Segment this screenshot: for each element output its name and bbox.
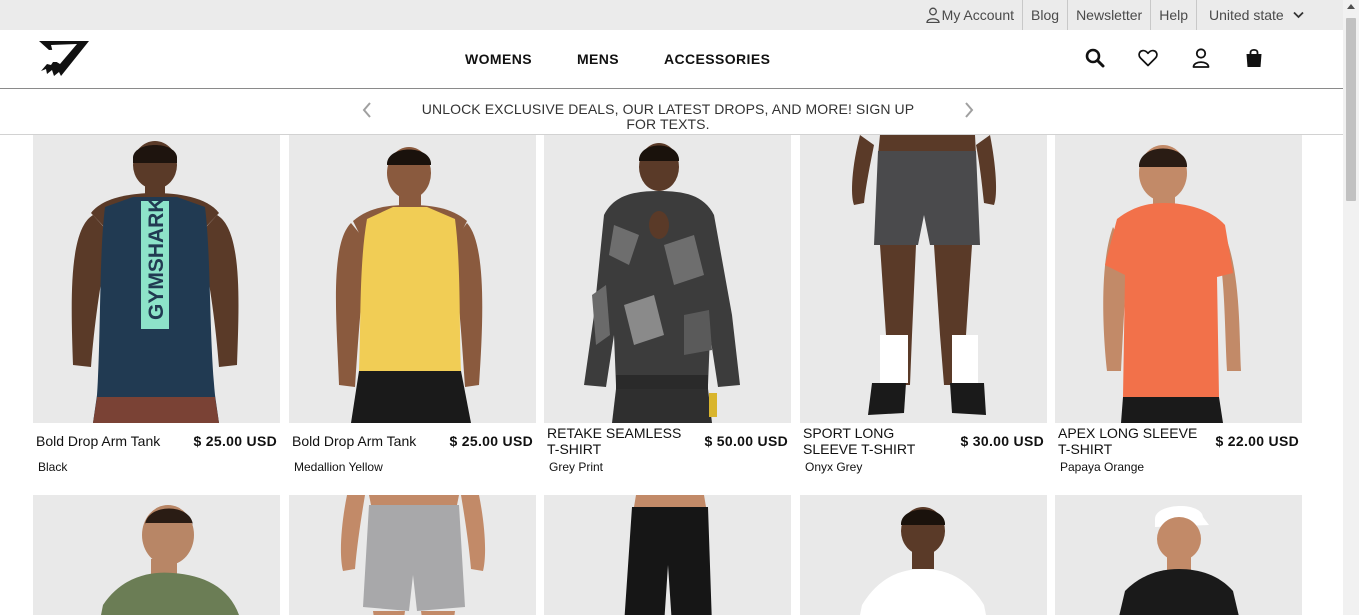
chevron-down-icon [1293,11,1304,19]
tank-print-text: GYMSHARK [145,197,168,320]
chevron-right-icon[interactable] [962,101,976,119]
product-photo-shorts-grey [800,135,1047,423]
product-price: $ 25.00 USD [449,433,533,449]
product-card[interactable]: SPORT LONG SLEEVE T-SHIRT $ 30.00 USD On… [800,135,1047,495]
product-color: Grey Print [549,460,604,474]
my-account-link[interactable]: My Account [918,0,1022,30]
product-photo-tee-olive [33,495,280,615]
newsletter-label: Newsletter [1076,7,1143,23]
blog-label: Blog [1031,7,1060,23]
product-color: Black [38,460,68,474]
my-account-label: My Account [941,7,1015,23]
product-card[interactable]: Bold Drop Arm Tank $ 25.00 USD Medallion… [289,135,536,495]
wishlist-button[interactable] [1135,45,1161,71]
product-image[interactable] [544,495,791,615]
page-scrollbar[interactable] [1343,0,1359,615]
product-info: APEX LONG SLEEVE T-SHIRT $ 22.00 USD Pap… [1055,423,1302,495]
nav-accessories[interactable]: ACCESSORIES [664,51,770,67]
product-photo-tank-navy: GYMSHARK [33,135,280,423]
gymshark-logo-icon [39,41,89,76]
main-nav: WOMENS MENS ACCESSORIES [465,30,770,88]
blog-link[interactable]: Blog [1022,0,1067,30]
product-photo-tank-yellow [289,135,536,423]
product-image[interactable] [289,495,536,615]
heart-icon [1138,49,1158,67]
header-icons [1082,45,1267,71]
product-color: Medallion Yellow [294,460,383,474]
country-label: United state [1209,7,1284,23]
bag-button[interactable] [1241,45,1267,71]
product-image[interactable] [289,135,536,423]
user-icon [926,7,940,23]
product-info: Bold Drop Arm Tank $ 25.00 USD Medallion… [289,423,536,495]
help-label: Help [1159,7,1188,23]
product-image[interactable] [800,135,1047,423]
product-photo-joggers-black [544,495,791,615]
product-image[interactable] [1055,135,1302,423]
product-name[interactable]: Bold Drop Arm Tank [292,433,442,449]
product-price: $ 25.00 USD [193,433,277,449]
promo-banner: UNLOCK EXCLUSIVE DEALS, OUR LATEST DROPS… [0,89,1343,135]
product-name[interactable]: Bold Drop Arm Tank [36,433,186,449]
account-button[interactable] [1188,45,1214,71]
user-icon [1192,48,1210,68]
bag-icon [1246,48,1262,67]
product-price: $ 30.00 USD [960,433,1044,449]
product-card[interactable]: APEX LONG SLEEVE T-SHIRT $ 22.00 USD Pap… [1055,135,1302,495]
product-card[interactable] [544,495,791,615]
product-photo-shorts-lightgrey [289,495,536,615]
product-info: SPORT LONG SLEEVE T-SHIRT $ 30.00 USD On… [800,423,1047,495]
product-image[interactable] [33,495,280,615]
product-image[interactable] [800,495,1047,615]
utility-links: My Account Blog Newsletter Help United s… [918,0,1314,30]
help-link[interactable]: Help [1150,0,1196,30]
product-photo-tee-orange [1055,135,1302,423]
scroll-up-arrow-icon[interactable] [1347,4,1355,9]
product-image[interactable] [1055,495,1302,615]
scroll-thumb[interactable] [1346,18,1356,201]
product-name[interactable]: SPORT LONG SLEEVE T-SHIRT [803,425,948,457]
product-photo-hoodie-camo [544,135,791,423]
product-name[interactable]: RETAKE SEAMLESS T-SHIRT [547,425,692,457]
product-card[interactable] [289,495,536,615]
product-info: RETAKE SEAMLESS T-SHIRT $ 50.00 USD Grey… [544,423,791,495]
promo-text[interactable]: UNLOCK EXCLUSIVE DEALS, OUR LATEST DROPS… [408,102,928,132]
product-image[interactable] [544,135,791,423]
product-image[interactable]: GYMSHARK [33,135,280,423]
chevron-left-icon[interactable] [360,101,374,119]
product-card[interactable] [33,495,280,615]
product-card[interactable]: RETAKE SEAMLESS T-SHIRT $ 50.00 USD Grey… [544,135,791,495]
nav-mens[interactable]: MENS [577,51,619,67]
newsletter-link[interactable]: Newsletter [1067,0,1150,30]
product-price: $ 50.00 USD [704,433,788,449]
product-color: Onyx Grey [805,460,863,474]
product-card[interactable] [800,495,1047,615]
product-info: Bold Drop Arm Tank $ 25.00 USD Black [33,423,280,495]
gymshark-logo[interactable] [37,40,91,80]
product-card[interactable] [1055,495,1302,615]
search-icon [1085,48,1105,68]
search-button[interactable] [1082,45,1108,71]
product-card[interactable]: GYMSHARK Bold Drop Arm Tank $ 25.00 USD … [33,135,280,495]
product-price: $ 22.00 USD [1215,433,1299,449]
nav-womens[interactable]: WOMENS [465,51,532,67]
utility-bar: My Account Blog Newsletter Help United s… [0,0,1343,30]
product-photo-vest-black [1055,495,1302,615]
product-photo-tee-white [800,495,1047,615]
country-select[interactable]: United state [1196,0,1314,30]
product-name[interactable]: APEX LONG SLEEVE T-SHIRT [1058,425,1203,457]
site-header: WOMENS MENS ACCESSORIES [0,30,1343,89]
product-color: Papaya Orange [1060,460,1145,474]
